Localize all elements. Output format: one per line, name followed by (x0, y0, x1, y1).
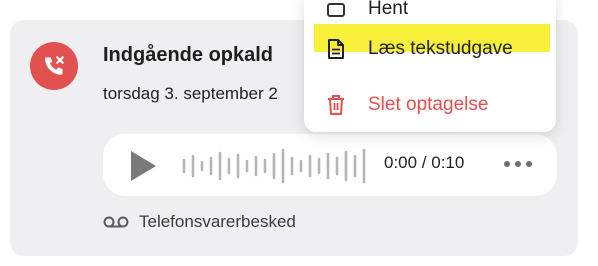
document-icon (326, 38, 346, 60)
call-date: torsdag 3. september 2 (103, 84, 278, 103)
voicemail-label: Telefonsvarerbesked (139, 212, 296, 231)
menu-item-delete-recording[interactable]: Slet optagelse (304, 84, 556, 126)
missed-call-avatar (30, 42, 78, 90)
menu-item-download-label: Hent (368, 0, 409, 19)
menu-item-delete-recording-label: Slet optagelse (368, 94, 489, 115)
play-icon (131, 151, 156, 181)
menu-item-read-transcript-label: Læs tekstudgave (368, 38, 513, 59)
voicemail-label-row: Telefonsvarerbesked (103, 212, 296, 232)
missed-call-icon (44, 56, 64, 75)
call-title: Indgående opkald (103, 44, 274, 66)
playback-time: 0:00 / 0:10 (384, 153, 465, 172)
more-icon (504, 161, 532, 167)
context-menu: Hent Læs tekstudgave Slet optagelse (304, 0, 556, 132)
waveform[interactable] (181, 146, 371, 186)
more-options-button[interactable] (501, 150, 535, 178)
page: Indgående opkald torsdag 3. september 2 (0, 0, 598, 266)
play-button[interactable] (125, 148, 161, 184)
voicemail-icon (103, 216, 129, 228)
audio-player: 0:00 / 0:10 (103, 134, 557, 196)
trash-icon (326, 94, 346, 116)
download-icon (326, 0, 346, 20)
menu-item-read-transcript[interactable]: Læs tekstudgave (304, 28, 556, 70)
